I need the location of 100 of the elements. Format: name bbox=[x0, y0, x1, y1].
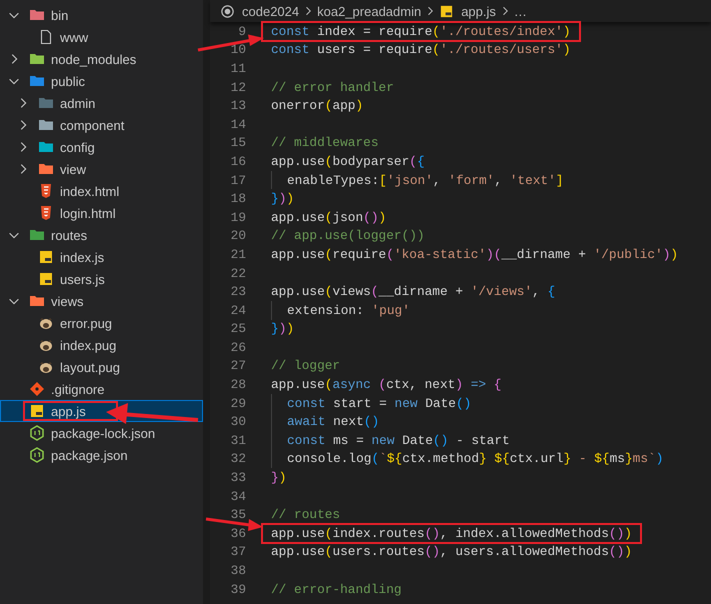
line-number: 10 bbox=[230, 42, 246, 58]
line-number: 19 bbox=[230, 210, 246, 225]
code-line: app.use(async (ctx, next) => { bbox=[271, 377, 502, 392]
file-name: package-lock.json bbox=[51, 426, 156, 440]
line-number: 30 bbox=[230, 414, 246, 430]
tree-item[interactable]: component bbox=[0, 114, 203, 136]
code-line: }) bbox=[271, 470, 286, 486]
dog-icon bbox=[38, 337, 54, 353]
line-number: 39 bbox=[230, 582, 246, 597]
code-line: extension: 'pug' bbox=[287, 302, 410, 318]
line-number: 21 bbox=[230, 246, 246, 262]
line-number: 31 bbox=[230, 432, 246, 448]
git-icon bbox=[29, 381, 45, 397]
tree-item[interactable]: error.pug bbox=[0, 312, 203, 334]
file-name: layout.pug bbox=[60, 360, 120, 374]
tree-item[interactable]: index.html bbox=[0, 180, 203, 202]
file-name: www bbox=[60, 30, 88, 44]
file-name: users.js bbox=[60, 272, 105, 286]
code-line: })) bbox=[271, 191, 294, 206]
code-line: // middlewares bbox=[271, 135, 379, 150]
file-name: index.js bbox=[60, 250, 104, 264]
line-number: 9 bbox=[237, 24, 246, 39]
line-number: 33 bbox=[230, 470, 246, 486]
tree-item[interactable]: node_modules bbox=[0, 48, 203, 70]
file-name: .gitignore bbox=[51, 382, 104, 396]
line-number: 24 bbox=[230, 302, 246, 318]
line-number: 36 bbox=[230, 526, 246, 541]
code-line: enableTypes:['json', 'form', 'text'] bbox=[287, 172, 564, 188]
tree-item[interactable]: views bbox=[0, 290, 203, 312]
code-line: app.use(bodyparser({ bbox=[271, 154, 425, 169]
circle-icon bbox=[220, 4, 235, 18]
nodejs-icon bbox=[29, 425, 45, 441]
nodejs-icon bbox=[29, 447, 45, 463]
code-line: console.log(`${ctx.method} ${ctx.url} - ${ms}ms`) bbox=[287, 451, 664, 466]
line-number: 18 bbox=[230, 191, 246, 206]
tree-item[interactable]: .gitignore bbox=[0, 378, 203, 400]
code-line: const users = require('./routes/users') bbox=[271, 42, 571, 58]
line-number: 35 bbox=[230, 507, 246, 522]
code-line: await next() bbox=[287, 414, 380, 430]
code-line: app.use(index.routes(), index.allowedMethods()) bbox=[271, 526, 632, 541]
tree-item[interactable]: package.json bbox=[0, 444, 203, 466]
breadcrumb-item[interactable]: app.js bbox=[461, 4, 496, 18]
tree-item[interactable]: package-lock.json bbox=[0, 422, 203, 444]
code-line: // routes bbox=[271, 507, 340, 522]
line-number: 28 bbox=[230, 377, 246, 392]
code-line: app.use(json()) bbox=[271, 210, 386, 225]
js-file-icon bbox=[439, 4, 454, 18]
code-line: app.use(users.routes(), users.allowedMethods()) bbox=[271, 544, 632, 560]
line-number: 15 bbox=[230, 135, 246, 150]
line-number: 17 bbox=[230, 172, 246, 188]
file-name: bin bbox=[51, 8, 68, 22]
code-line: // error handler bbox=[271, 80, 394, 95]
file-name: index.pug bbox=[60, 338, 116, 352]
tree-item[interactable]: config bbox=[0, 136, 203, 158]
tree-item[interactable]: routes bbox=[0, 224, 203, 246]
file-name: routes bbox=[51, 228, 88, 242]
code-line: app.use(views(__dirname + '/views', { bbox=[271, 284, 556, 300]
tree-item[interactable]: layout.pug bbox=[0, 356, 203, 378]
tree-item[interactable]: index.js bbox=[0, 246, 203, 268]
line-number: 13 bbox=[230, 98, 246, 114]
breadcrumb-item[interactable]: … bbox=[514, 4, 527, 18]
js-file-icon bbox=[38, 271, 54, 287]
file-name: login.html bbox=[60, 206, 116, 220]
line-number: 12 bbox=[230, 80, 246, 95]
js-file-icon bbox=[38, 249, 54, 265]
tree-item[interactable]: index.pug bbox=[0, 334, 203, 356]
file-name: package.json bbox=[51, 448, 128, 462]
tree-item[interactable]: admin bbox=[0, 92, 203, 114]
code-line: // logger bbox=[271, 358, 340, 374]
code-line: // app.use(logger()) bbox=[271, 228, 425, 244]
breadcrumb-item[interactable]: koa2_preadadmin bbox=[317, 4, 422, 18]
file-name: public bbox=[51, 74, 85, 88]
code-line: onerror(app) bbox=[271, 98, 364, 114]
tree-item[interactable]: bin bbox=[0, 4, 203, 26]
tree-item[interactable]: www bbox=[0, 26, 203, 48]
code-line: const ms = new Date() - start bbox=[287, 432, 510, 448]
tree-item[interactable]: users.js bbox=[0, 268, 203, 290]
line-number: 29 bbox=[230, 396, 246, 411]
line-number: 14 bbox=[230, 116, 246, 132]
tree-item[interactable]: view bbox=[0, 158, 203, 180]
tree-item[interactable]: login.html bbox=[0, 202, 203, 224]
html-file-icon bbox=[38, 183, 54, 199]
tree-item[interactable]: public bbox=[0, 70, 203, 92]
file-name: index.html bbox=[60, 184, 120, 198]
html-file-icon bbox=[38, 205, 54, 221]
line-number: 22 bbox=[230, 266, 246, 281]
dog-icon bbox=[38, 359, 54, 375]
line-number: 27 bbox=[230, 358, 246, 374]
file-name: node_modules bbox=[51, 52, 136, 66]
line-number: 16 bbox=[230, 154, 246, 169]
code-line: })) bbox=[271, 321, 294, 336]
line-number: 26 bbox=[230, 340, 246, 355]
breadcrumb-item[interactable]: code2024 bbox=[242, 4, 300, 18]
line-number: 38 bbox=[230, 563, 246, 578]
file-name: error.pug bbox=[60, 316, 112, 330]
js-file-icon bbox=[29, 403, 45, 419]
file-name: admin bbox=[60, 96, 96, 110]
line-number: 23 bbox=[230, 284, 246, 300]
code-line: // error-handling bbox=[271, 582, 402, 597]
code-line: const start = new Date() bbox=[287, 396, 472, 411]
